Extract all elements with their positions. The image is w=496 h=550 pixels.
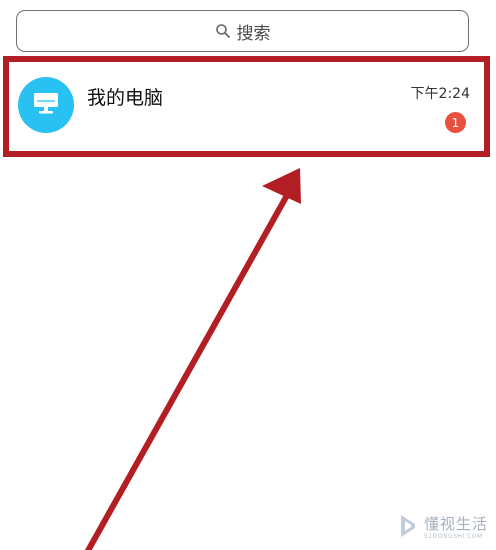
search-label: 搜索 — [236, 23, 271, 44]
chat-time: 下午2:24 — [410, 86, 470, 102]
unread-badge: 1 — [445, 112, 466, 133]
search-icon — [215, 23, 231, 39]
chat-list-item[interactable]: 我的电脑 下午2:24 1 — [9, 62, 484, 151]
computer-icon — [32, 91, 60, 119]
watermark-logo-icon — [398, 512, 420, 544]
chat-name: 我的电脑 — [87, 87, 164, 109]
search-bar[interactable]: 搜索 — [16, 10, 469, 52]
watermark-title: 懂视生活 — [423, 514, 488, 533]
watermark-subtitle: 51DONGSHI.COM — [423, 532, 483, 540]
avatar — [18, 77, 74, 133]
watermark: 懂视生活 51DONGSHI.COM — [398, 512, 488, 544]
